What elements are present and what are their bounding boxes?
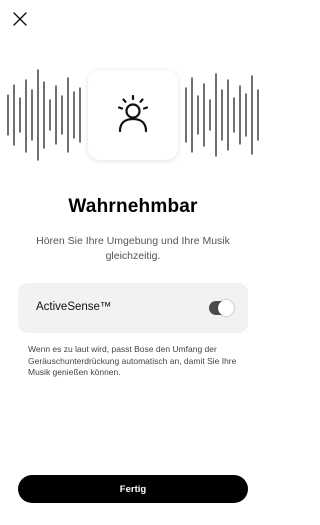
aware-mode-person-icon: [117, 94, 149, 133]
page-subtitle: Hören Sie Ihre Umgebung und Ihre Musik g…: [36, 235, 230, 262]
active-sense-toggle[interactable]: [209, 300, 234, 316]
toggle-knob: [218, 300, 234, 316]
active-sense-description: Wenn es zu laut wird, passt Bose den Umf…: [28, 344, 237, 377]
active-sense-row: ActiveSense™: [18, 283, 248, 333]
close-button[interactable]: [11, 10, 29, 28]
close-icon: [13, 12, 27, 26]
page-title: Wahrnehmbar: [68, 196, 198, 217]
mode-icon-card: [88, 70, 178, 160]
hero-illustration: [0, 60, 266, 170]
done-button[interactable]: Fertig: [18, 475, 248, 503]
active-sense-label: ActiveSense™: [36, 301, 112, 313]
